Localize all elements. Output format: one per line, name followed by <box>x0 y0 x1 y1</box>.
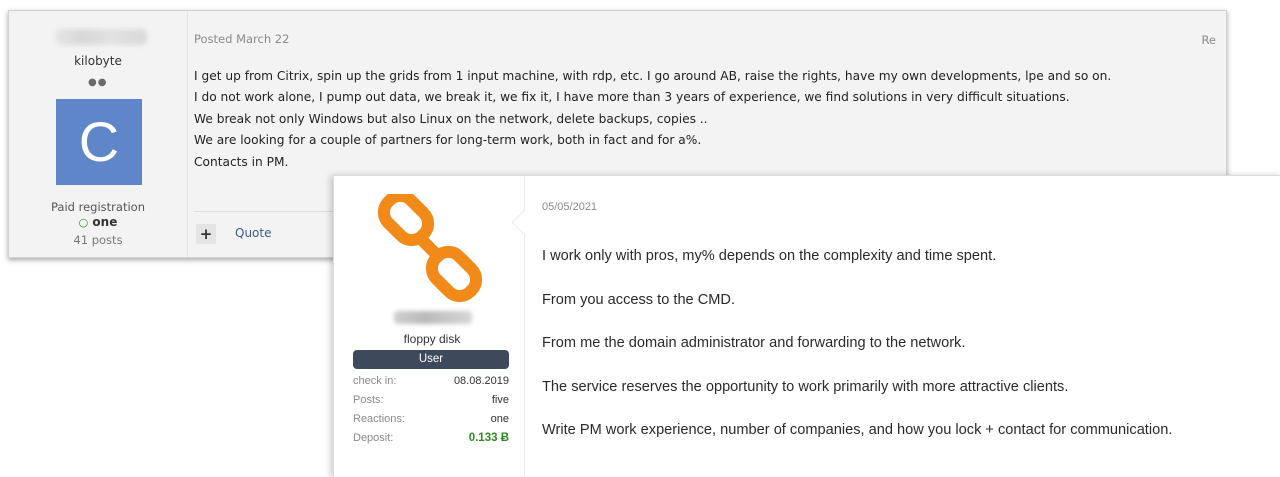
post-2-username-blurred[interactable] <box>394 311 472 324</box>
post-1-body-line: Contacts in PM. <box>194 154 289 169</box>
post-1-user-title: kilobyte <box>74 54 122 68</box>
stat-label: check in: <box>353 375 397 387</box>
post-1-body-line: We break not only Windows but also Linux… <box>194 111 708 126</box>
post-1-reply-link[interactable]: Re <box>1201 33 1216 47</box>
chain-link-icon[interactable] <box>374 194 494 309</box>
stat-value[interactable]: one <box>491 413 509 425</box>
post-2-date[interactable]: 05/05/2021 <box>542 201 597 213</box>
post-2-user-title: floppy disk <box>403 332 461 346</box>
post-1-body-line: I do not work alone, I pump out data, we… <box>194 90 1070 105</box>
post-1-footer-divider <box>194 211 334 212</box>
post-2-paragraph: From you access to the CMD. <box>542 291 736 308</box>
stat-row-deposit: Deposit: 0.133 Ƀ <box>353 432 509 451</box>
post-2-body: I work only with pros, my% depends on th… <box>542 246 1262 464</box>
quote-button[interactable]: Quote <box>235 226 271 240</box>
stat-row-check-in: check in: 08.08.2019 <box>353 375 509 394</box>
stat-label: Reactions: <box>353 413 405 425</box>
post-2-paragraph: The service reserves the opportunity to … <box>542 378 1069 395</box>
post-1-registration-status: Paid registration <box>51 200 145 214</box>
post-1-online-label: one <box>92 215 118 229</box>
post-1-divider <box>187 11 188 257</box>
post-1-date[interactable]: Posted March 22 <box>194 32 289 46</box>
post-1-posts-count[interactable]: 41 posts <box>9 233 187 247</box>
post-1-online-status: ○ one <box>9 215 187 229</box>
post-2-paragraph: Write PM work experience, number of comp… <box>542 422 1173 439</box>
post-1-avatar[interactable]: C <box>56 99 142 185</box>
online-status-icon: ○ <box>78 216 89 229</box>
stat-label: Deposit: <box>353 432 394 444</box>
stat-row-posts: Posts: five <box>353 394 509 413</box>
post-1-body-line: I get up from Citrix, spin up the grids … <box>194 69 1112 83</box>
post-2-paragraph: From me the domain administrator and for… <box>542 335 966 352</box>
stat-value[interactable]: five <box>492 394 509 406</box>
post-1-username-blurred[interactable] <box>55 29 147 45</box>
post-1-rank-dots: ●● <box>88 77 108 88</box>
post-1-body: I get up from Citrix, spin up the grids … <box>194 66 1214 173</box>
stat-row-reactions: Reactions: one <box>353 413 509 432</box>
forum-post-2: floppy disk User check in: 08.08.2019 Po… <box>333 175 1280 477</box>
post-2-role-badge: User <box>353 350 509 369</box>
stat-value: 08.08.2019 <box>453 375 509 387</box>
post-1-body-line: We are looking for a couple of partners … <box>194 133 702 148</box>
post-2-user-panel: floppy disk User check in: 08.08.2019 Po… <box>334 176 524 477</box>
post-2-user-stats: check in: 08.08.2019 Posts: five Reactio… <box>353 375 509 451</box>
deposit-value: 0.133 Ƀ <box>468 432 509 444</box>
multiquote-plus-button[interactable]: + <box>196 224 216 244</box>
post-1-user-panel: kilobyte ●● C Paid registration ○ one 41… <box>9 11 187 257</box>
post-2-paragraph: I work only with pros, my% depends on th… <box>542 248 997 264</box>
stat-label: Posts: <box>353 394 384 406</box>
